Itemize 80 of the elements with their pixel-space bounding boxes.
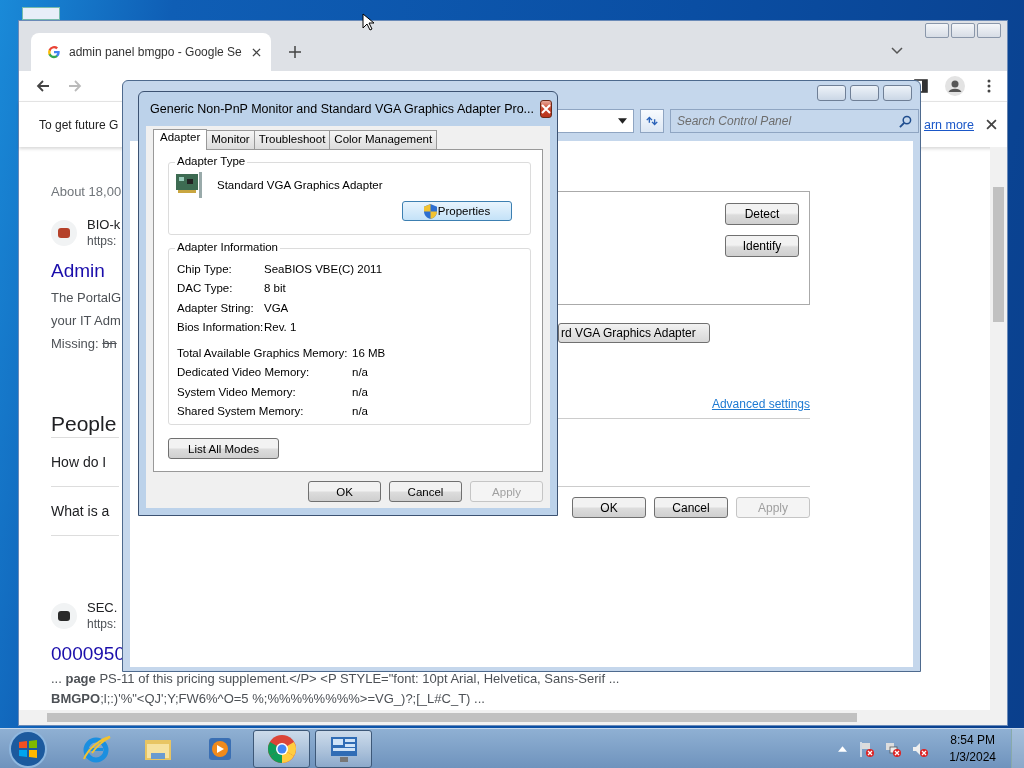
search-icon	[899, 114, 912, 128]
refresh-button[interactable]	[640, 109, 664, 133]
missing-term: bn	[102, 336, 117, 351]
taskbar-button[interactable]	[253, 729, 310, 768]
side-button[interactable]: Detect	[725, 203, 799, 225]
learn-more-link[interactable]: arn more	[923, 117, 974, 132]
horizontal-scrollbar[interactable]	[19, 710, 1007, 725]
tab-title: admin panel bmgpo - Google Se	[69, 45, 243, 59]
dialog-tab[interactable]: Adapter	[153, 129, 208, 150]
show-hidden-icons-icon[interactable]	[838, 745, 848, 752]
dialog-button[interactable]: OK	[308, 481, 381, 502]
group-legend: Adapter Type	[175, 155, 248, 167]
google-icon	[47, 45, 61, 59]
close-icon[interactable]	[986, 119, 997, 130]
dialog-tab[interactable]: Color Management	[329, 130, 438, 149]
info-label: Dedicated Video Memory:	[177, 366, 311, 379]
dialog-button[interactable]: OK	[572, 497, 646, 518]
close-icon[interactable]	[252, 47, 261, 57]
site-name: BIO-k	[87, 217, 121, 232]
info-text: To get future G	[39, 117, 119, 132]
result-title-link[interactable]: 0000950	[51, 643, 125, 665]
browser-tab[interactable]: admin panel bmgpo - Google Se	[31, 33, 271, 71]
list-all-modes-button[interactable]: List All Modes	[168, 438, 279, 459]
adapter-name: Standard VGA Graphics Adapter	[217, 179, 383, 191]
section-heading: People	[51, 413, 119, 438]
clock[interactable]: 8:54 PM 1/3/2024	[949, 733, 996, 764]
info-label: System Video Memory:	[177, 385, 297, 398]
question-item[interactable]: What is a	[51, 487, 119, 536]
properties-button[interactable]: Properties	[402, 201, 512, 221]
chrome-icon	[265, 732, 298, 765]
site-name: SEC.	[87, 600, 118, 615]
group-legend: Adapter Information	[175, 241, 280, 253]
refresh-icon	[645, 114, 659, 128]
info-label: Shared System Memory:	[177, 405, 305, 418]
profile-icon[interactable]	[945, 76, 965, 96]
network-icon[interactable]	[885, 740, 902, 757]
result-snippet: The PortalG	[51, 289, 122, 307]
info-value: SeaBIOS VBE(C) 2011	[264, 262, 383, 275]
search-field[interactable]: Search Control Panel	[670, 109, 919, 133]
info-value: Rev. 1	[264, 321, 297, 334]
info-value: n/a	[352, 366, 368, 379]
info-label: Bios Information:	[177, 321, 264, 334]
info-label: DAC Type:	[177, 282, 234, 295]
display-dropdown[interactable]: rd VGA Graphics Adapter	[558, 323, 710, 343]
start-button[interactable]	[8, 728, 48, 768]
dialog-button[interactable]: Cancel	[389, 481, 462, 502]
window-title: Generic Non-PnP Monitor and Standard VGA Graphics Adapter Pro...	[150, 102, 534, 116]
dialog-button[interactable]: Cancel	[654, 497, 728, 518]
info-value: n/a	[352, 405, 368, 418]
site-url: https:	[87, 617, 118, 631]
result-snippet: BMGPO;l;:)'%"<QJ';Y;FW6%^O=5 %;%%%%%%%%>=VG_)?;[_L#C_T) ...	[51, 690, 485, 708]
graphics-card-icon	[175, 171, 205, 199]
result-snippet: ... page PS-11 of this pricing supplement.</P> <P STYLE="font: 10pt Arial, Helvetica, Sans-Serif ...	[51, 670, 620, 688]
result-snippet: your IT Adm	[51, 312, 121, 330]
info-value: 8 bit	[264, 282, 286, 295]
info-value: 16 MB	[352, 346, 386, 359]
info-value: n/a	[352, 385, 368, 398]
back-icon[interactable]	[35, 78, 51, 94]
flag-icon[interactable]	[858, 740, 875, 757]
new-tab-icon[interactable]	[289, 46, 301, 58]
clock-date: 1/3/2024	[949, 750, 996, 764]
taskbar-button[interactable]	[315, 729, 372, 768]
shield-icon	[423, 203, 437, 219]
vertical-scrollbar[interactable]	[990, 147, 1007, 710]
question-item[interactable]: How do I	[51, 438, 119, 487]
info-label: Adapter String:	[177, 301, 255, 314]
chevron-down-icon[interactable]	[891, 47, 903, 55]
dialog-tab[interactable]: Troubleshoot	[253, 130, 331, 149]
info-label: Total Available Graphics Memory:	[177, 346, 349, 359]
dialog-tab[interactable]: Monitor	[206, 130, 255, 149]
info-value: VGA	[264, 301, 289, 314]
clock-time: 8:54 PM	[950, 733, 995, 747]
site-url: https:	[87, 234, 118, 248]
dropdown-arrow-icon	[618, 118, 627, 124]
info-label: Chip Type:	[177, 262, 233, 275]
result-count: About 18,00	[51, 184, 122, 199]
side-button[interactable]: Identify	[725, 235, 799, 257]
result-title-link[interactable]: Admin	[51, 260, 105, 282]
missing-label: Missing:	[51, 336, 99, 351]
advanced-settings-link[interactable]: Advanced settings	[711, 397, 810, 411]
